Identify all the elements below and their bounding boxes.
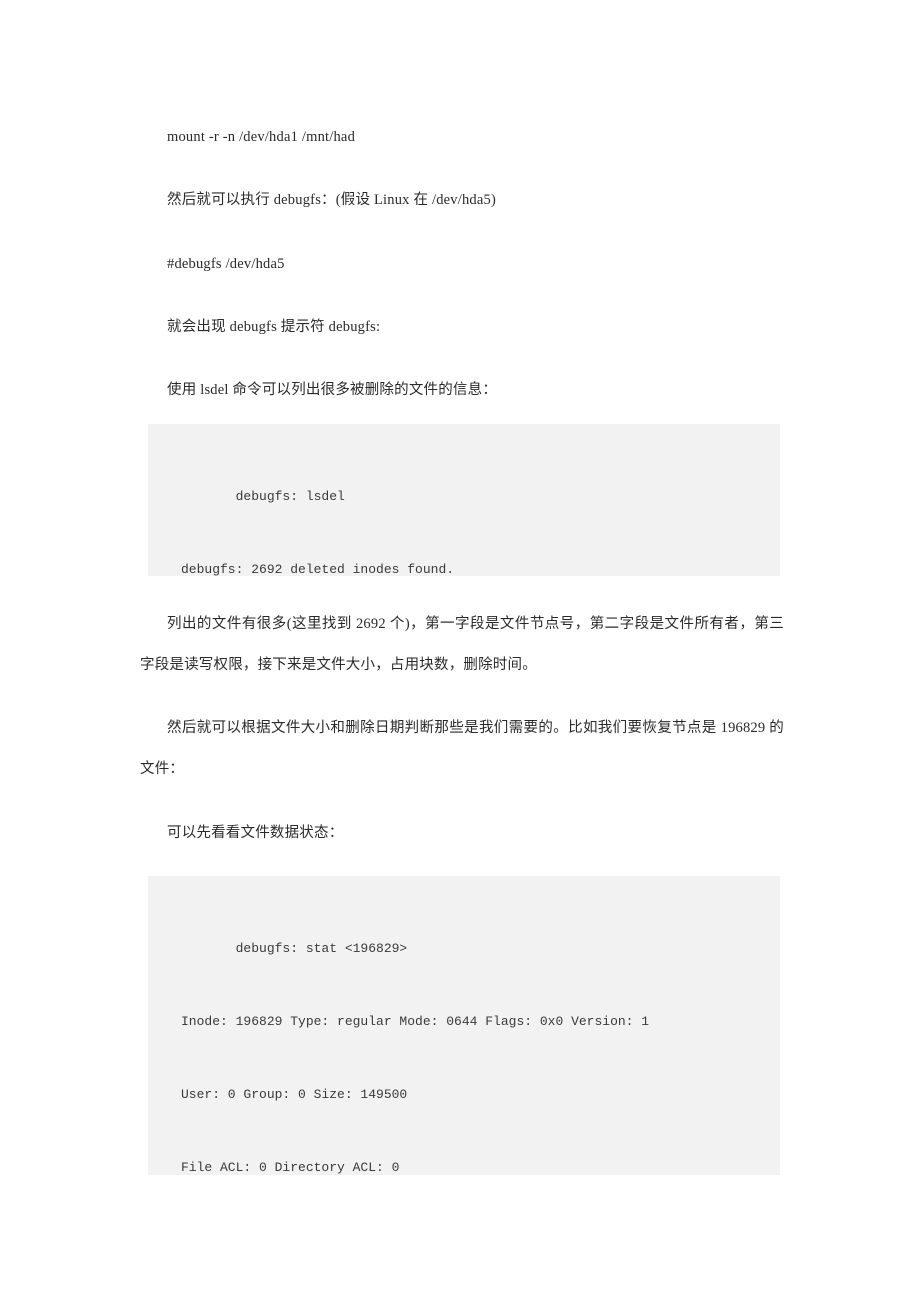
paragraph-debugfs-invoke: #debugfs /dev/hda5 (167, 256, 285, 272)
code-line: User: 0 Group: 0 Size: 149500 (181, 1087, 408, 1103)
code-block-stat-output: debugfs: stat <196829> Inode: 196829 Typ… (148, 876, 780, 1175)
code-line: debugfs: lsdel (181, 488, 345, 504)
document-page: mount -r -n /dev/hda1 /mnt/had 然后就可以执行 d… (0, 0, 920, 1302)
code-block-lsdel-output: debugfs: lsdel debugfs: 2692 deleted ino… (148, 424, 780, 576)
paragraph-fields-explanation: 列出的文件有很多(这里找到 2692 个)，第一字段是文件节点号，第二字段是文件… (140, 616, 784, 673)
code-line: debugfs: stat <196829> (181, 940, 408, 956)
code-line: debugfs: 2692 deleted inodes found. (181, 562, 455, 576)
code-line: File ACL: 0 Directory ACL: 0 (181, 1160, 400, 1175)
paragraph-choose-inode: 然后就可以根据文件大小和删除日期判断那些是我们需要的。比如我们要恢复节点是 19… (140, 720, 784, 777)
paragraph-mount-command: mount -r -n /dev/hda1 /mnt/had (167, 129, 356, 145)
paragraph-run-debugfs-note: 然后就可以执行 debugfs：(假设 Linux 在 /dev/hda5) (167, 192, 496, 208)
code-line: Inode: 196829 Type: regular Mode: 0644 F… (181, 1014, 650, 1030)
paragraph-prompt-note: 就会出现 debugfs 提示符 debugfs: (167, 319, 381, 335)
paragraph-lsdel-note: 使用 lsdel 命令可以列出很多被删除的文件的信息： (167, 382, 498, 398)
paragraph-stat-note: 可以先看看文件数据状态： (167, 825, 344, 841)
